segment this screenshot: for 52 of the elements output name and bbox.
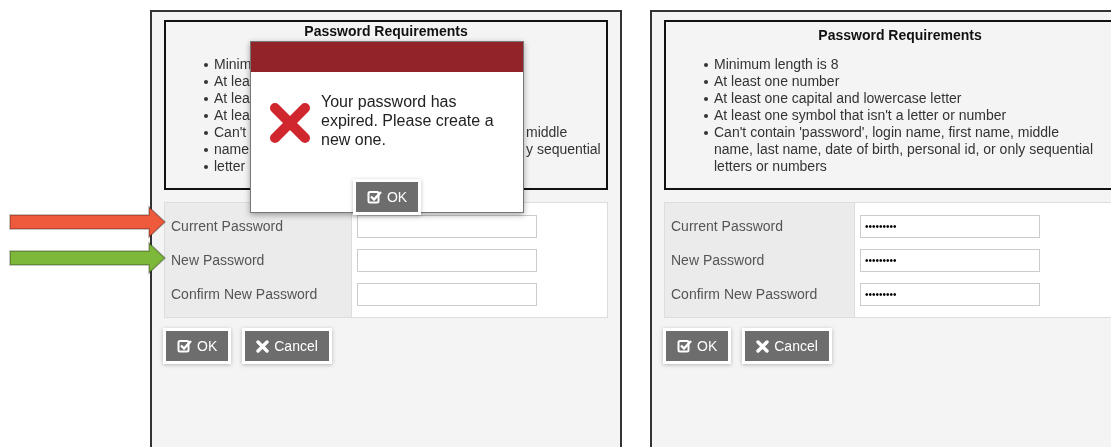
password-field[interactable]	[357, 214, 537, 238]
ok-button[interactable]: OK	[666, 331, 729, 361]
close-icon	[756, 339, 770, 353]
requirement-text: At least one number	[714, 73, 840, 90]
bullet-icon	[204, 114, 208, 118]
checkbox-icon	[177, 339, 192, 353]
bullet-icon	[204, 80, 208, 84]
password-field[interactable]: •••••••••	[860, 248, 1040, 272]
requirement-text: At least one symbol that isn't a letter or number	[714, 107, 1007, 124]
bullet-icon	[204, 63, 208, 67]
password-field[interactable]: •••••••••	[860, 282, 1040, 306]
requirement-text: y sequential	[526, 141, 602, 158]
bullet-icon	[204, 97, 208, 101]
cancel-button[interactable]: Cancel	[245, 331, 329, 361]
cancel-button[interactable]: Cancel	[745, 331, 829, 361]
requirement-text: Minimum length is 8	[714, 56, 839, 73]
requirements-title: Password Requirements	[303, 24, 469, 39]
checkbox-icon	[677, 339, 692, 353]
close-icon	[256, 339, 270, 353]
requirement-text: At lea	[214, 107, 250, 124]
requirement-text: Can't contain 'password', login name, first name, middle name, last name, date of birth, personal id, or only sequential letters or numbers	[714, 124, 1094, 175]
bullet-icon	[204, 165, 208, 169]
field-label: Confirm New Password	[170, 286, 318, 302]
dialog-message: Your password has expired. Please create a new one.	[321, 92, 495, 149]
requirement-text: Minim	[214, 56, 252, 73]
requirement-text: At least one capital and lowercase letter	[714, 90, 962, 107]
field-label: New Password	[670, 252, 765, 268]
requirement-text: At lea	[214, 73, 250, 90]
requirement-text: At lea	[214, 90, 250, 107]
bullet-icon	[704, 63, 708, 67]
bullet-icon	[704, 131, 708, 135]
requirement-text: middle	[526, 124, 569, 141]
field-label: Confirm New Password	[670, 286, 818, 302]
ok-button[interactable]: OK	[355, 182, 419, 212]
requirements-title: Password Requirements	[817, 28, 983, 43]
bullet-icon	[704, 97, 708, 101]
field-label: Current Password	[170, 218, 284, 234]
field-label: Current Password	[670, 218, 784, 234]
requirement-text: Can't	[214, 124, 247, 141]
requirement-text: letter	[214, 158, 246, 175]
ok-button[interactable]: OK	[166, 331, 229, 361]
password-field[interactable]	[357, 248, 537, 272]
error-icon	[269, 102, 311, 144]
field-label: New Password	[170, 252, 265, 268]
requirement-text: name	[214, 141, 250, 158]
password-field[interactable]: •••••••••	[860, 214, 1040, 238]
bullet-icon	[704, 114, 708, 118]
password-field[interactable]	[357, 282, 537, 306]
bullet-icon	[204, 148, 208, 152]
bullet-icon	[204, 131, 208, 135]
checkbox-icon	[366, 190, 382, 204]
bullet-icon	[704, 80, 708, 84]
